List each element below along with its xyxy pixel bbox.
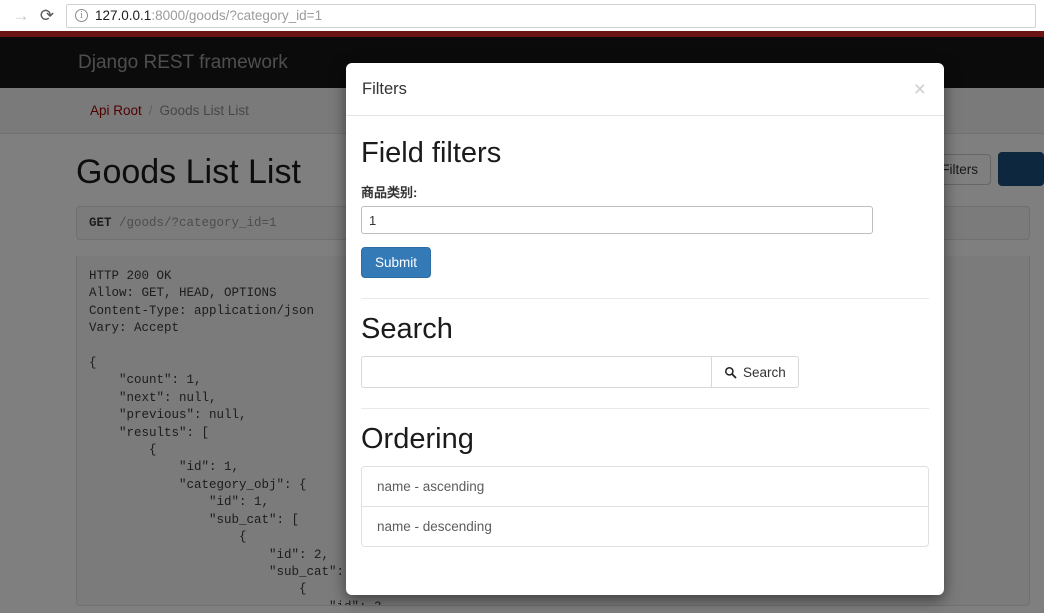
section-divider-search [361,298,929,299]
reload-icon: ⟳ [39,6,55,25]
category-field-input[interactable] [361,206,873,234]
list-item[interactable]: name - descending [362,507,928,546]
modal-title: Filters [362,79,407,98]
address-bar-url: 127.0.0.1:8000/goods/?category_id=1 [95,8,322,23]
url-path: :8000/goods/?category_id=1 [151,8,323,23]
section-divider-ordering [361,408,929,409]
filters-modal: Filters × Field filters 商品类别: Submit Sea… [346,63,944,595]
forward-button[interactable]: → [8,3,34,29]
search-group: Search [361,356,929,388]
modal-body: Field filters 商品类别: Submit Search Search… [346,116,944,547]
modal-header: Filters × [346,63,944,116]
list-item[interactable]: name - ascending [362,467,928,507]
search-input[interactable] [361,356,711,388]
category-field-label: 商品类别: [361,185,418,200]
address-bar[interactable]: i 127.0.0.1:8000/goods/?category_id=1 [66,3,1036,28]
field-filters-heading: Field filters [361,137,502,169]
forward-arrow-icon: → [12,6,30,25]
search-heading: Search [361,313,453,345]
submit-button[interactable]: Submit [361,247,432,278]
close-icon[interactable]: × [912,79,928,100]
url-host: 127.0.0.1 [95,8,152,23]
search-button[interactable]: Search [711,356,799,388]
search-button-label: Search [743,364,786,380]
ordering-list: name - ascending name - descending [361,466,929,547]
search-icon [725,366,737,378]
ordering-heading: Ordering [361,423,474,455]
browser-toolbar: → ⟳ i 127.0.0.1:8000/goods/?category_id=… [0,0,1044,31]
info-icon[interactable]: i [75,9,88,22]
reload-button[interactable]: ⟳ [34,3,60,29]
